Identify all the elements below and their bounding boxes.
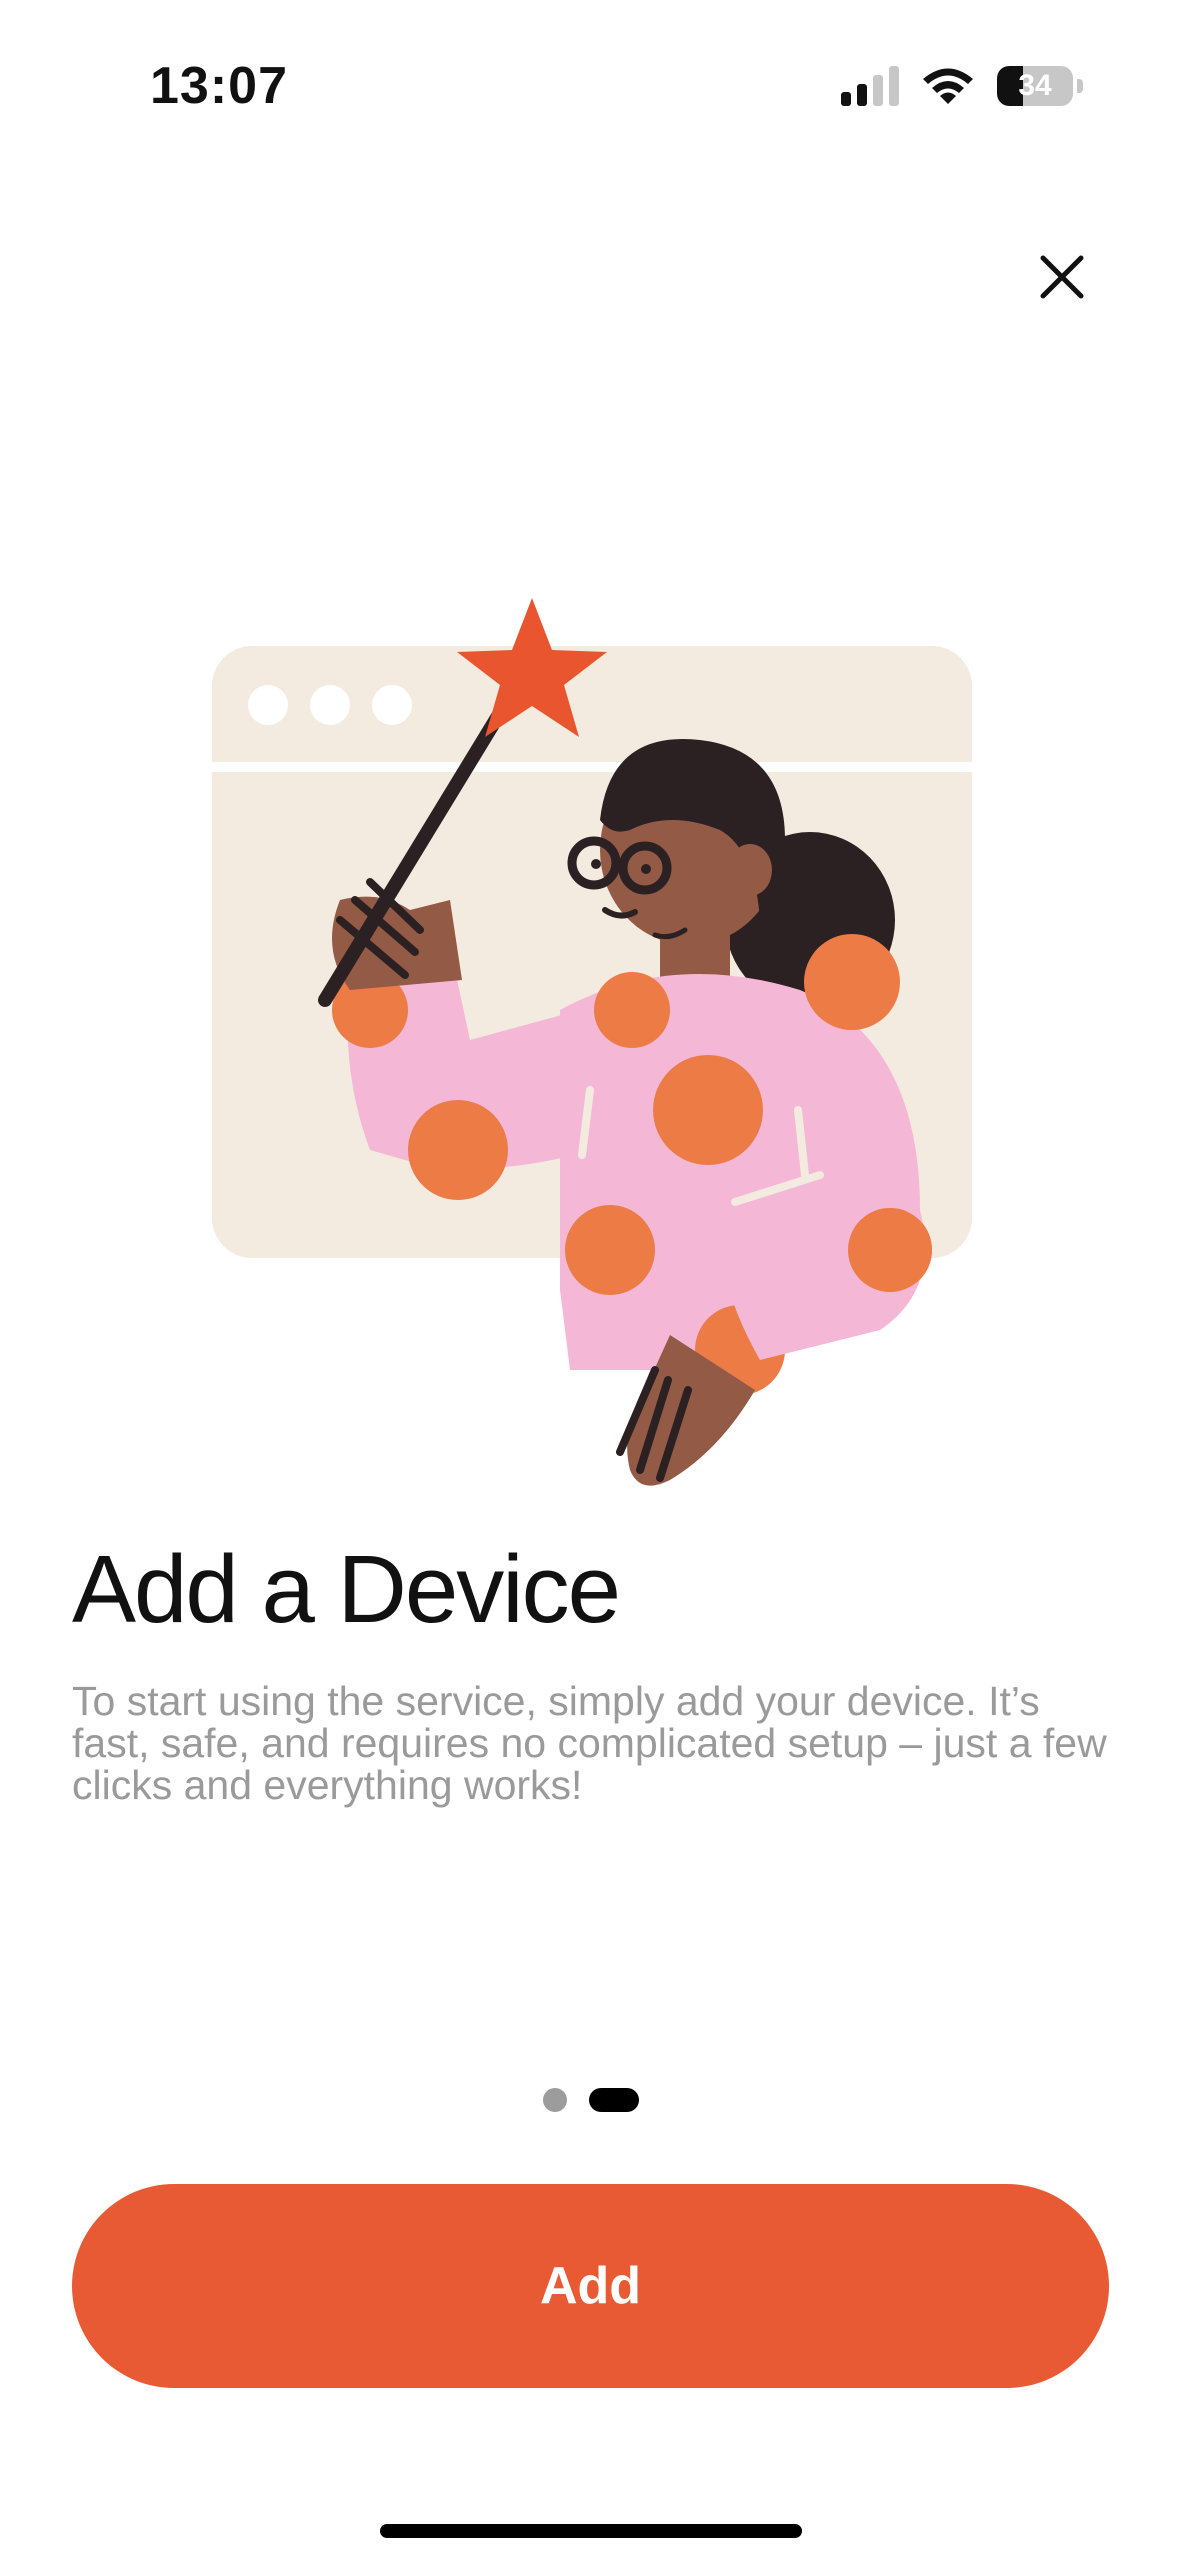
battery-cap (1077, 79, 1083, 93)
magic-wand-illustration (212, 598, 972, 1486)
page-dot-1 (543, 2088, 567, 2112)
cellular-signal-icon (841, 66, 899, 106)
battery-body: 34 (997, 66, 1073, 106)
add-button[interactable]: Add (72, 2184, 1109, 2388)
home-indicator (380, 2524, 802, 2538)
battery-icon: 34 (997, 66, 1083, 106)
page-title: Add a Device (72, 1536, 621, 1643)
status-icons: 34 (841, 62, 1083, 110)
page-dot-2-active (589, 2088, 639, 2112)
page-indicator (543, 2088, 639, 2112)
page-description: To start using the service, simply add y… (72, 1678, 1107, 1808)
close-button[interactable] (1030, 245, 1094, 309)
status-time: 13:07 (150, 57, 288, 115)
wifi-icon (923, 68, 973, 104)
battery-level: 34 (1018, 69, 1052, 102)
status-bar: 13:07 34 (0, 0, 1179, 150)
close-icon (1040, 255, 1084, 299)
